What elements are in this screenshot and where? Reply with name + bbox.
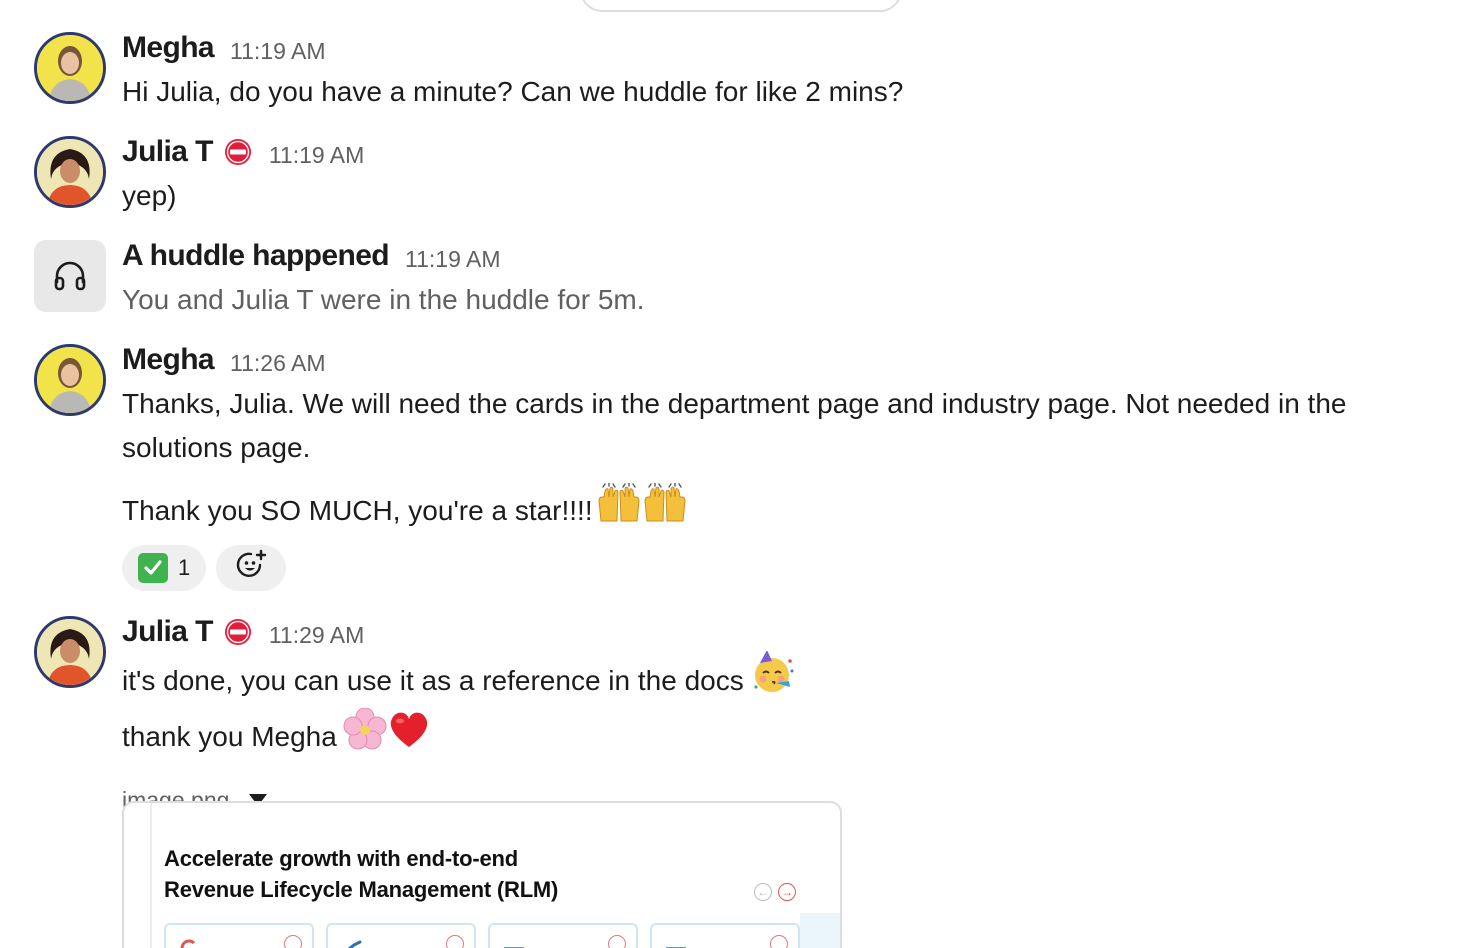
message-text-line: thank you Megha bbox=[122, 707, 1454, 766]
raising-hands-icon bbox=[643, 482, 689, 536]
card-logo-icon bbox=[180, 939, 196, 948]
message-item[interactable]: Megha 11:19 AM Hi Julia, do you have a m… bbox=[34, 31, 1454, 114]
external-link-icon bbox=[284, 935, 302, 948]
message-text: yep) bbox=[122, 180, 177, 211]
avatar[interactable] bbox=[34, 344, 106, 416]
avatar[interactable] bbox=[34, 616, 106, 688]
message-text-span: thank you Megha bbox=[122, 720, 337, 752]
partying-face-icon bbox=[750, 650, 796, 708]
reaction-count: 1 bbox=[178, 555, 191, 580]
preview-card bbox=[488, 923, 638, 948]
arrow-left-icon[interactable]: ← bbox=[754, 883, 772, 901]
huddle-message-item[interactable]: A huddle happened 11:19 AM You and Julia… bbox=[34, 239, 1454, 322]
avatar[interactable] bbox=[34, 32, 106, 104]
message-text-span: it's done, you can use it as a reference… bbox=[122, 664, 744, 696]
sender-name[interactable]: Julia T bbox=[122, 135, 213, 169]
message-timestamp[interactable]: 11:19 AM bbox=[269, 142, 364, 169]
message-text-line: solutions page. bbox=[122, 432, 311, 463]
image-attachment-preview[interactable]: Accelerate growth with end-to-end Revenu… bbox=[122, 801, 842, 948]
message-item[interactable]: Julia T 11:19 AM yep) bbox=[34, 135, 1454, 218]
avatar[interactable] bbox=[34, 136, 106, 208]
sender-name[interactable]: Julia T bbox=[122, 615, 213, 649]
message-text-line: it's done, you can use it as a reference… bbox=[122, 650, 1454, 711]
add-reaction-icon bbox=[234, 548, 268, 588]
add-reaction-button[interactable] bbox=[216, 545, 287, 591]
sender-name[interactable]: Megha bbox=[122, 31, 215, 65]
card-logo-icon bbox=[666, 947, 686, 948]
preview-card bbox=[650, 923, 800, 948]
cherry-blossom-icon bbox=[343, 707, 387, 763]
headphones-icon bbox=[54, 261, 86, 291]
card-logo-icon bbox=[504, 947, 524, 948]
huddle-title[interactable]: A huddle happened bbox=[122, 239, 390, 273]
person-photo-icon bbox=[37, 35, 103, 101]
preview-background-panel bbox=[800, 913, 840, 948]
huddle-summary: You and Julia T were in the huddle for 5… bbox=[122, 284, 645, 315]
message-item[interactable]: Megha 11:26 AM Thanks, Julia. We will ne… bbox=[34, 343, 1454, 591]
preview-card bbox=[164, 923, 314, 948]
preview-card bbox=[326, 923, 476, 948]
external-link-icon bbox=[446, 935, 464, 948]
date-divider-pill[interactable] bbox=[580, 0, 902, 12]
message-text-span: Thank you SO MUCH, you're a star!!!! bbox=[122, 494, 593, 526]
message-item[interactable]: Julia T 11:29 AM it's done, you can use … bbox=[34, 615, 1454, 820]
reactions-bar: 1 bbox=[122, 545, 1454, 591]
raising-hands-icon bbox=[597, 482, 643, 536]
arrow-right-icon[interactable]: → bbox=[778, 883, 796, 901]
chat-message-pane: Megha 11:19 AM Hi Julia, do you have a m… bbox=[0, 0, 1474, 948]
no-entry-icon bbox=[223, 137, 253, 167]
external-link-icon bbox=[770, 935, 788, 948]
message-text-paragraph: Thank you SO MUCH, you're a star!!!! bbox=[122, 482, 1454, 539]
person-photo-icon bbox=[37, 347, 103, 413]
message-text-line: Thanks, Julia. We will need the cards in… bbox=[122, 388, 1347, 419]
message-timestamp[interactable]: 11:19 AM bbox=[230, 38, 325, 65]
external-link-icon bbox=[608, 935, 626, 948]
message-timestamp[interactable]: 11:26 AM bbox=[230, 350, 325, 377]
huddle-tile bbox=[34, 240, 106, 312]
red-heart-icon bbox=[387, 708, 431, 763]
white-check-mark-icon bbox=[138, 553, 168, 583]
person-photo-icon bbox=[37, 619, 103, 685]
preview-heading: Accelerate growth with end-to-end Revenu… bbox=[164, 843, 558, 905]
carousel-controls: ← → bbox=[754, 883, 796, 901]
message-timestamp[interactable]: 11:29 AM bbox=[269, 622, 364, 649]
person-photo-icon bbox=[37, 139, 103, 205]
message-timestamp[interactable]: 11:19 AM bbox=[405, 246, 500, 273]
card-logo-icon bbox=[347, 940, 362, 948]
reaction-white-check-mark[interactable]: 1 bbox=[122, 545, 207, 591]
preview-heading-line: Revenue Lifecycle Management (RLM) bbox=[164, 877, 559, 902]
sender-name[interactable]: Megha bbox=[122, 343, 215, 377]
preview-divider bbox=[150, 803, 152, 948]
preview-heading-line: Accelerate growth with end-to-end bbox=[164, 846, 518, 871]
no-entry-icon bbox=[223, 617, 253, 647]
message-text: Hi Julia, do you have a minute? Can we h… bbox=[122, 76, 904, 107]
